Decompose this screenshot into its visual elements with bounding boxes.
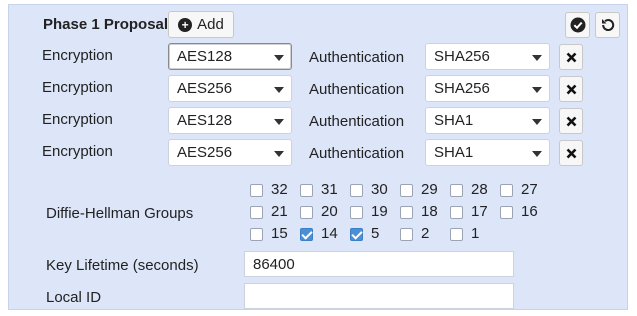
dh-group-label: 5 (371, 225, 380, 242)
section-title: Phase 1 Proposal (43, 16, 169, 33)
dh-group-checkbox[interactable] (350, 206, 363, 219)
dh-group-label: 14 (321, 225, 338, 242)
authentication-value: SHA1 (434, 144, 474, 161)
authentication-value: SHA256 (434, 48, 490, 65)
dh-group-checkbox[interactable] (350, 228, 363, 241)
chevron-down-icon (532, 119, 542, 125)
local-id-label: Local ID (46, 289, 102, 306)
encryption-value: AES128 (177, 48, 233, 65)
dh-group-checkbox[interactable] (300, 206, 313, 219)
dh-group-checkbox[interactable] (250, 184, 263, 197)
dh-group-label: 30 (371, 181, 388, 198)
authentication-value: SHA256 (434, 80, 490, 97)
dh-group-checkbox[interactable] (450, 206, 463, 219)
close-icon (566, 52, 576, 62)
undo-icon (601, 19, 614, 31)
dh-group-checkbox[interactable] (300, 184, 313, 197)
apply-button[interactable] (565, 12, 590, 38)
close-icon (566, 116, 576, 126)
local-id-input[interactable] (244, 283, 514, 309)
encryption-value: AES256 (177, 144, 233, 161)
check-circle-icon (570, 17, 585, 33)
authentication-select[interactable]: SHA1 (425, 107, 550, 134)
chevron-down-icon (274, 119, 284, 125)
chevron-down-icon (274, 87, 284, 93)
dh-group-label: 15 (271, 225, 288, 242)
dh-group-label: 19 (371, 203, 388, 220)
encryption-label: Encryption (42, 47, 113, 64)
remove-proposal-button[interactable] (559, 44, 583, 70)
dh-group-checkbox[interactable] (400, 228, 413, 241)
authentication-label: Authentication (309, 113, 405, 130)
dh-group-checkbox[interactable] (500, 206, 513, 219)
encryption-select[interactable]: AES256 (168, 75, 292, 102)
dh-group-label: 2 (421, 225, 430, 242)
encryption-label: Encryption (42, 79, 113, 96)
remove-proposal-button[interactable] (559, 76, 583, 102)
dh-group-checkbox[interactable] (400, 206, 413, 219)
authentication-select[interactable]: SHA256 (425, 43, 550, 70)
dh-group-label: 32 (271, 181, 288, 198)
encryption-value: AES128 (177, 112, 233, 129)
encryption-label: Encryption (42, 111, 113, 128)
plus-circle-icon: + (178, 17, 193, 32)
reset-button[interactable] (595, 12, 620, 38)
authentication-label: Authentication (309, 49, 405, 66)
add-button[interactable]: + Add (168, 11, 234, 38)
authentication-label: Authentication (309, 145, 405, 162)
close-icon (566, 148, 576, 158)
dh-group-label: 1 (471, 225, 480, 242)
chevron-down-icon (274, 151, 284, 157)
remove-proposal-button[interactable] (559, 140, 583, 166)
dh-group-label: 20 (321, 203, 338, 220)
dh-group-checkbox[interactable] (300, 228, 313, 241)
encryption-value: AES256 (177, 80, 233, 97)
phase1-panel: Phase 1 Proposal + Add Encryption AES128… (8, 4, 628, 310)
dh-group-label: 29 (421, 181, 438, 198)
chevron-down-icon (532, 151, 542, 157)
encryption-select[interactable]: AES256 (168, 139, 292, 166)
close-icon (566, 84, 576, 94)
remove-proposal-button[interactable] (559, 108, 583, 134)
dh-group-label: 28 (471, 181, 488, 198)
dh-group-checkbox[interactable] (250, 228, 263, 241)
dh-group-checkbox[interactable] (450, 184, 463, 197)
authentication-label: Authentication (309, 81, 405, 98)
chevron-down-icon (532, 55, 542, 61)
encryption-label: Encryption (42, 143, 113, 160)
dh-group-checkbox[interactable] (350, 184, 363, 197)
dh-group-label: 18 (421, 203, 438, 220)
dh-groups-label: Diffie-Hellman Groups (46, 205, 194, 222)
dh-group-label: 17 (471, 203, 488, 220)
dh-group-checkbox[interactable] (400, 184, 413, 197)
authentication-value: SHA1 (434, 112, 474, 129)
chevron-down-icon (532, 87, 542, 93)
authentication-select[interactable]: SHA1 (425, 139, 550, 166)
dh-group-label: 31 (321, 181, 338, 198)
dh-group-checkbox[interactable] (500, 184, 513, 197)
add-button-label: Add (197, 16, 224, 33)
authentication-select[interactable]: SHA256 (425, 75, 550, 102)
dh-group-checkbox[interactable] (450, 228, 463, 241)
key-lifetime-label: Key Lifetime (seconds) (46, 257, 199, 274)
chevron-down-icon (274, 55, 284, 61)
dh-group-label: 21 (271, 203, 288, 220)
dh-group-label: 27 (521, 181, 538, 198)
dh-group-label: 16 (521, 203, 538, 220)
encryption-select[interactable]: AES128 (168, 43, 292, 70)
dh-group-checkbox[interactable] (250, 206, 263, 219)
encryption-select[interactable]: AES128 (168, 107, 292, 134)
key-lifetime-input[interactable] (244, 251, 514, 277)
